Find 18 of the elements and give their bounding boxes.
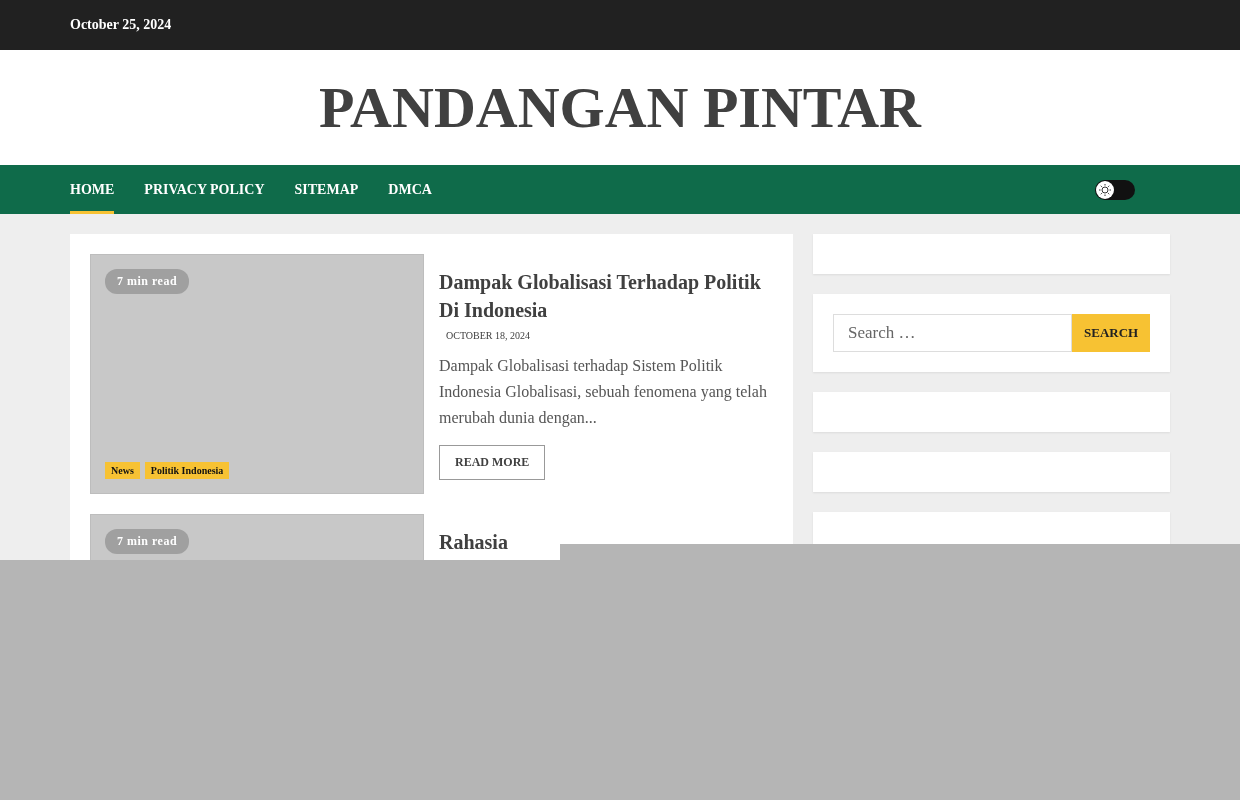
read-more-button[interactable]: READ MORE xyxy=(439,445,546,480)
nav-link[interactable]: PRIVACY POLICY xyxy=(144,165,265,214)
sun-icon xyxy=(1096,180,1114,199)
category-tag[interactable]: Politik Indonesia xyxy=(144,462,230,479)
post-title[interactable]: Dampak Globalisasi Terhadap Politik Di Indonesia xyxy=(439,268,773,324)
read-time: 7 min read xyxy=(105,269,190,294)
category-tag[interactable]: News xyxy=(105,462,140,479)
post-title[interactable]: Rahasia xyxy=(439,528,508,556)
post-date: OCTOBER 18, 2024 xyxy=(446,330,531,341)
nav-link[interactable]: DMCA xyxy=(388,165,432,214)
search-button[interactable]: SEARCH xyxy=(1072,314,1151,352)
read-time: 7 min read xyxy=(105,529,190,554)
theme-toggle[interactable] xyxy=(1095,179,1135,200)
nav-link[interactable]: HOME xyxy=(70,165,115,214)
nav-link[interactable]: SITEMAP xyxy=(294,165,359,214)
search-field[interactable]: Search … xyxy=(833,314,1072,352)
date: October 25, 2024 xyxy=(70,17,172,33)
post-excerpt: Dampak Globalisasi terhadap Sistem Politik Indonesia Globalisasi, sebuah fenomena yang telah merubah dunia dengan... xyxy=(439,356,768,429)
